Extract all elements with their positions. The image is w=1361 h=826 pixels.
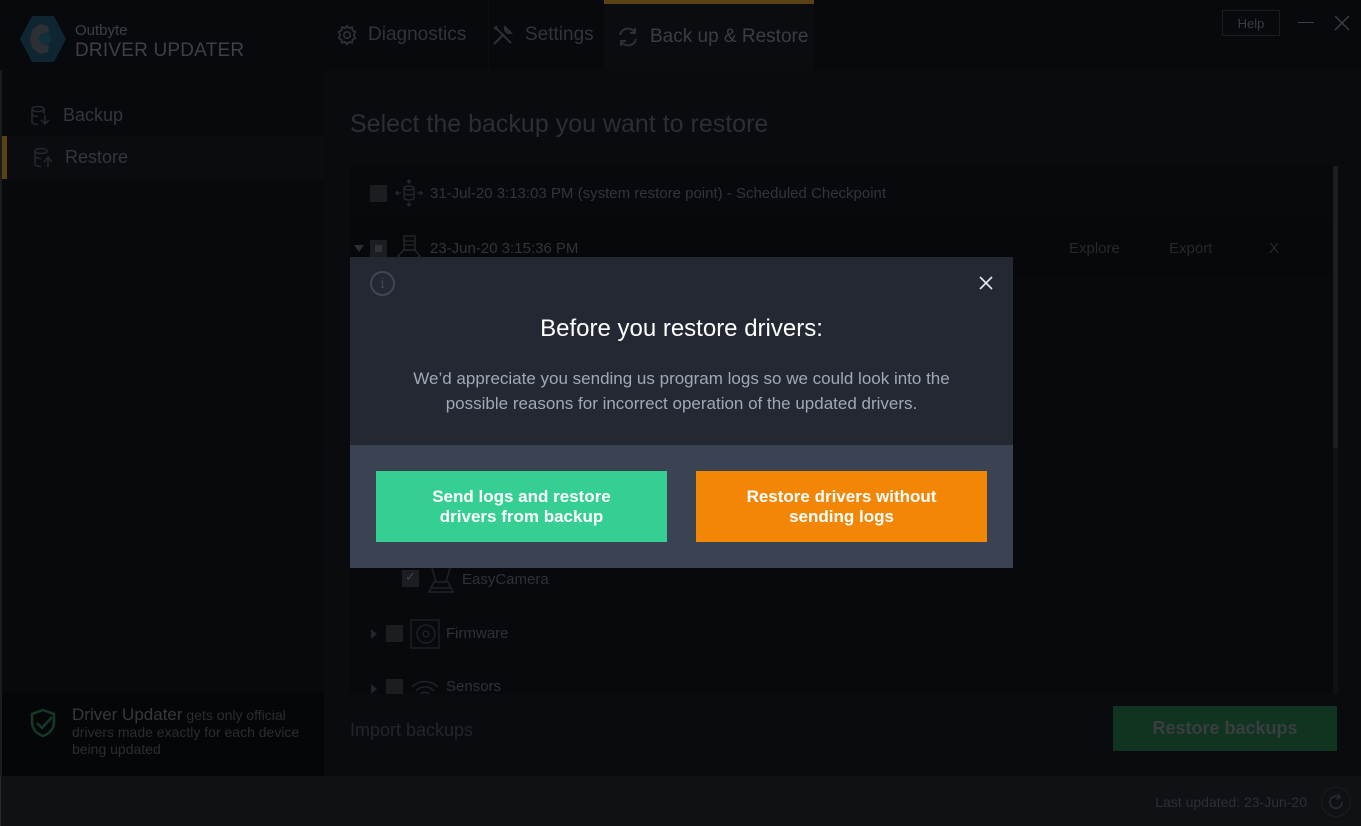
database-upload-icon [34, 147, 53, 167]
tab-backup-restore[interactable]: Back up & Restore [604, 0, 814, 70]
gear-icon [337, 24, 357, 46]
last-updated-text: Last updated: 23-Jun-20 [1155, 794, 1307, 810]
sidebar: Backup Restore Driver Updater gets only … [0, 70, 324, 776]
sidebar-info-panel: Driver Updater gets only official driver… [2, 692, 324, 776]
tree-item[interactable]: Sensors [350, 674, 1334, 694]
sync-icon [619, 27, 637, 47]
restore-backups-button[interactable]: Restore backups [1113, 706, 1337, 751]
dialog-message: We’d appreciate you sending us program l… [413, 369, 950, 413]
dialog-title: Before you restore drivers: [540, 315, 823, 342]
info-highlight: Driver Updater [72, 705, 183, 724]
tools-icon [493, 25, 513, 45]
status-bar: Last updated: 23-Jun-20 [0, 776, 1361, 826]
tree-item[interactable]: EasyCamera [350, 566, 1334, 596]
backup-row[interactable]: 31-Jul-20 3:13:03 PM (system restore poi… [350, 166, 1334, 221]
tab-settings[interactable]: Settings [488, 0, 600, 70]
shield-check-icon [30, 708, 56, 738]
page-title: Select the backup you want to restore [350, 110, 769, 138]
delete-backup-button[interactable]: X [1269, 240, 1279, 257]
backup-checkbox[interactable] [370, 240, 387, 257]
close-window-icon[interactable] [1333, 14, 1351, 32]
info-icon: i [370, 271, 395, 296]
refresh-button[interactable] [1321, 787, 1351, 817]
backup-checkbox[interactable] [370, 185, 387, 202]
camera-icon [427, 567, 455, 593]
expand-toggle[interactable] [354, 245, 364, 252]
tree-item-label: EasyCamera [462, 571, 549, 588]
tab-label: Diagnostics [368, 24, 467, 45]
category-checkbox[interactable] [386, 625, 403, 642]
sidebar-item-backup[interactable]: Backup [2, 94, 324, 137]
sidebar-item-label: Restore [65, 147, 129, 167]
app-logo-icon [20, 16, 66, 62]
brand-name: Outbyte [75, 22, 128, 39]
restore-without-logs-button[interactable]: Restore drivers without sending logs [696, 471, 987, 542]
product-name: DRIVER UPDATER [75, 40, 245, 61]
tab-label: Back up & Restore [650, 26, 809, 47]
app-window: Outbyte DRIVER UPDATER Diagnostics Setti… [0, 0, 1361, 826]
dialog-footer: Send logs and restore drivers from backu… [350, 445, 1013, 568]
restore-point-icon [395, 179, 423, 207]
tree-item-label: Firmware [446, 625, 509, 642]
sidebar-item-label: Backup [63, 105, 124, 125]
close-dialog-icon[interactable] [976, 273, 996, 293]
explore-link[interactable]: Explore [1069, 240, 1120, 257]
export-link[interactable]: Export [1169, 240, 1212, 257]
tree-item-label: Sensors [446, 678, 502, 694]
sensor-wifi-icon [411, 680, 439, 694]
database-download-icon [31, 105, 50, 125]
backup-label: 31-Jul-20 3:13:03 PM (system restore poi… [430, 185, 887, 202]
expand-toggle[interactable] [371, 684, 377, 694]
import-backups-link[interactable]: Import backups [350, 720, 473, 741]
category-checkbox[interactable] [386, 679, 403, 694]
tree-item[interactable]: Firmware [350, 619, 1334, 649]
sidebar-item-restore[interactable]: Restore [2, 136, 324, 179]
sidebar-info-text: Driver Updater gets only official driver… [72, 706, 302, 758]
send-logs-and-restore-button[interactable]: Send logs and restore drivers from backu… [376, 471, 667, 542]
refresh-icon [1329, 793, 1343, 810]
minimize-button[interactable] [1297, 14, 1315, 32]
expand-toggle[interactable] [371, 629, 377, 639]
driver-checkbox[interactable] [402, 569, 419, 587]
scrollbar-thumb[interactable] [1333, 166, 1338, 448]
restore-confirm-dialog: i Before you restore drivers: We’d appre… [350, 257, 1013, 568]
title-bar: Outbyte DRIVER UPDATER Diagnostics Setti… [0, 0, 1361, 70]
help-button[interactable]: Help [1222, 10, 1280, 36]
tab-diagnostics[interactable]: Diagnostics [336, 0, 481, 70]
tab-label: Settings [525, 24, 594, 45]
firmware-icon [410, 619, 440, 649]
backup-label: 23-Jun-20 3:15:36 PM [430, 240, 579, 257]
